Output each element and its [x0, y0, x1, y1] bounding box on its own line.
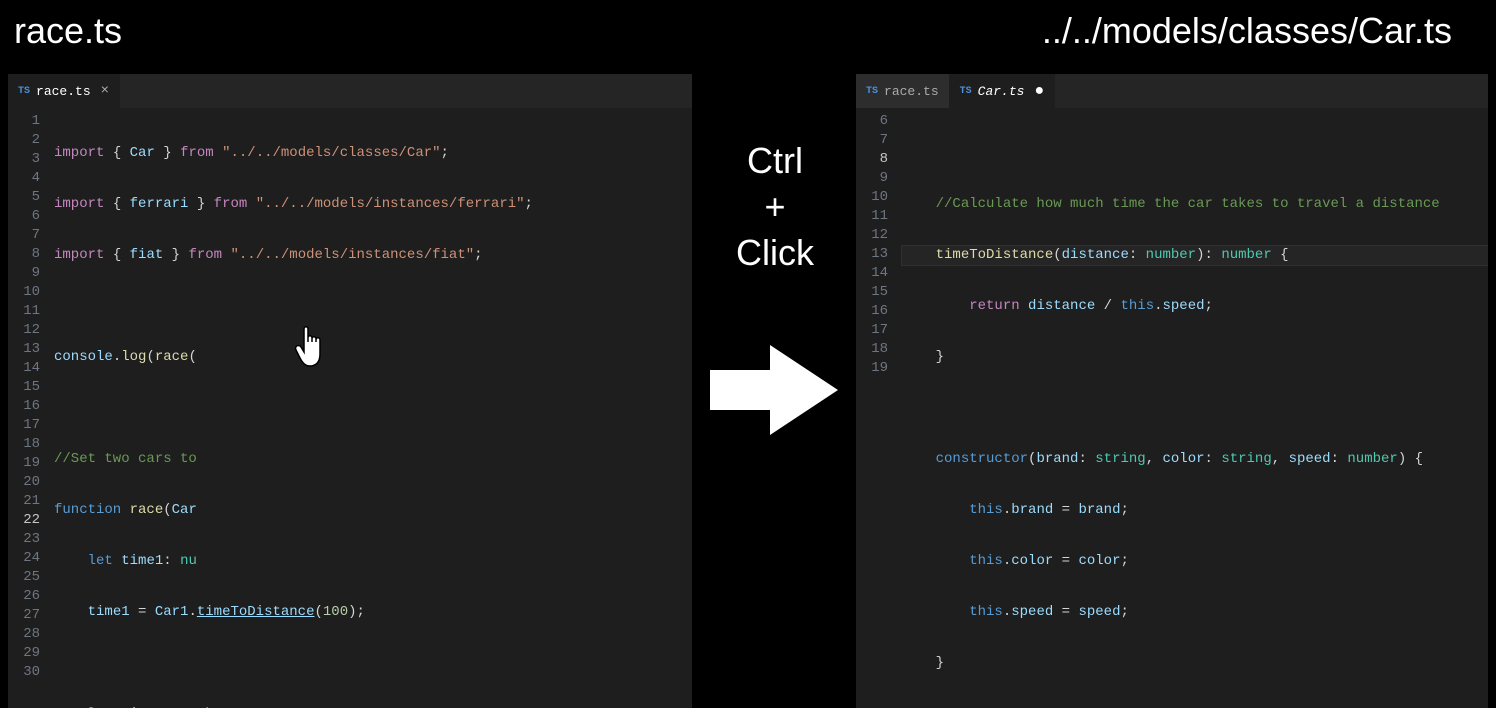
code-lines-left[interactable]: import { Car } from "../../models/classe…	[54, 108, 692, 708]
tab-car-ts[interactable]: TS Car.ts ●	[950, 74, 1055, 108]
tab-filename: race.ts	[884, 84, 939, 99]
gutter-right: 678910111213141516171819	[856, 108, 902, 708]
code-area-right[interactable]: 678910111213141516171819 //Calculate how…	[856, 108, 1488, 708]
tab-race-ts-right[interactable]: TS race.ts	[856, 74, 950, 108]
gutter-left: 1234567891011121314151617181920212223242…	[8, 108, 54, 708]
title-left: race.ts	[14, 10, 122, 52]
ctrl-text: Ctrl	[700, 140, 850, 182]
tabbar-left: TS race.ts ×	[8, 74, 692, 108]
center-instruction: Ctrl + Click	[700, 140, 850, 278]
ts-badge-icon: TS	[866, 86, 878, 97]
ts-badge-icon: TS	[960, 86, 972, 97]
ts-badge-icon: TS	[18, 86, 30, 97]
click-text: Click	[700, 232, 850, 274]
tab-filename: Car.ts	[978, 84, 1025, 99]
tab-filename: race.ts	[36, 84, 91, 99]
arrow-icon	[710, 340, 840, 440]
tab-race-ts[interactable]: TS race.ts ×	[8, 74, 120, 108]
plus-text: +	[700, 186, 850, 228]
tabbar-right: TS race.ts TS Car.ts ●	[856, 74, 1488, 108]
editor-right: TS race.ts TS Car.ts ● 67891011121314151…	[856, 74, 1488, 708]
code-area-left[interactable]: 1234567891011121314151617181920212223242…	[8, 108, 692, 708]
title-right: ../../models/classes/Car.ts	[1042, 10, 1452, 52]
code-lines-right[interactable]: //Calculate how much time the car takes …	[902, 108, 1488, 708]
close-icon[interactable]: ×	[101, 83, 109, 99]
editor-left: TS race.ts × 123456789101112131415161718…	[8, 74, 692, 708]
go-to-definition-link[interactable]: timeToDistance	[197, 604, 315, 620]
